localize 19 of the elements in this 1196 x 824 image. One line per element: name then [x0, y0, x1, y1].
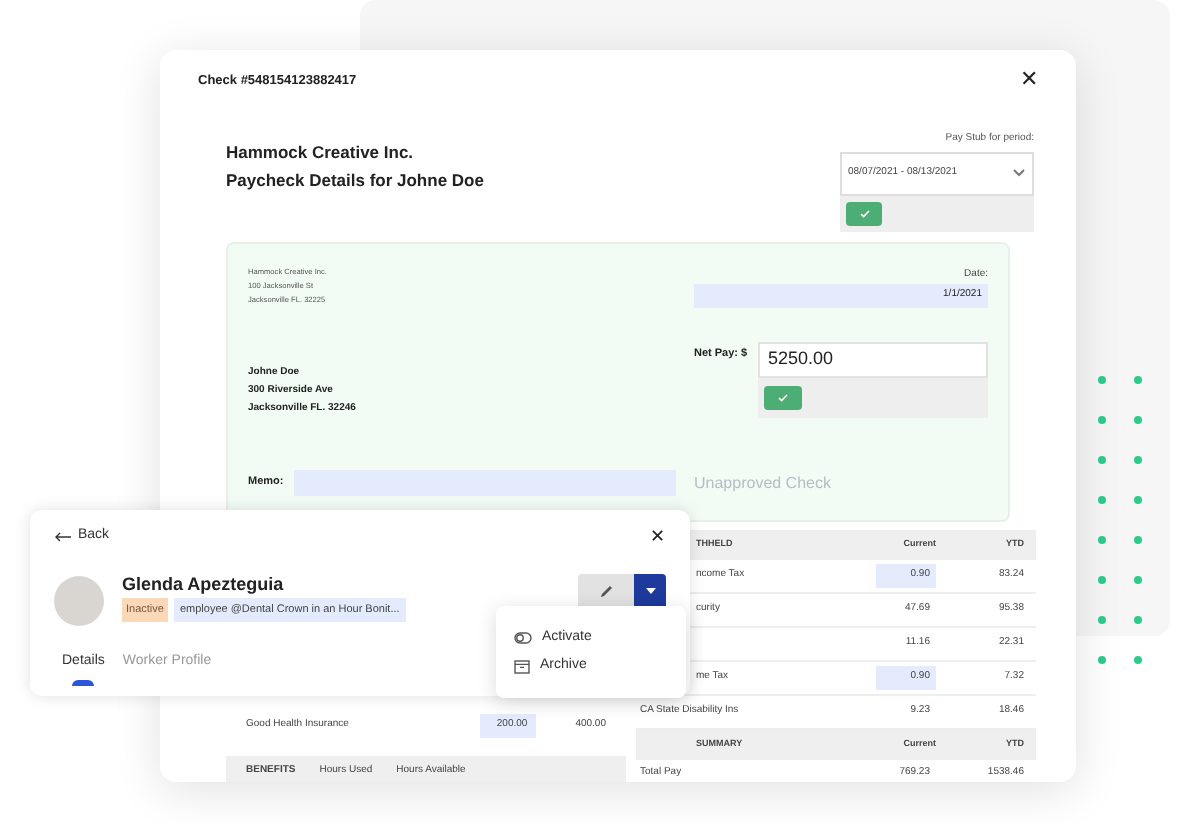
avatar — [54, 575, 104, 625]
archive-box-icon — [514, 659, 530, 674]
close-icon[interactable]: ✕ — [1020, 70, 1038, 92]
caret-icon — [645, 588, 655, 594]
toggle-icon — [514, 631, 532, 644]
close-icon[interactable]: ✕ — [650, 527, 666, 546]
dropdown-button[interactable] — [634, 573, 666, 609]
arrow-left-icon — [54, 531, 72, 542]
confirm-button[interactable] — [764, 386, 802, 410]
worker-name: Glenda Apezteguia — [122, 573, 286, 595]
check-status: Unapproved Check — [694, 471, 833, 495]
checkmark-icon — [859, 209, 869, 217]
checkmark-icon — [778, 394, 788, 402]
heading-line: Paycheck Details for Johne Doe — [226, 167, 484, 193]
heading-line: Hammock Creative Inc. — [226, 140, 416, 166]
net-pay-field[interactable]: 5250.00 — [758, 342, 988, 378]
chevron-down-icon — [1012, 168, 1026, 178]
pencil-icon — [599, 584, 613, 598]
confirm-button[interactable] — [846, 201, 882, 225]
